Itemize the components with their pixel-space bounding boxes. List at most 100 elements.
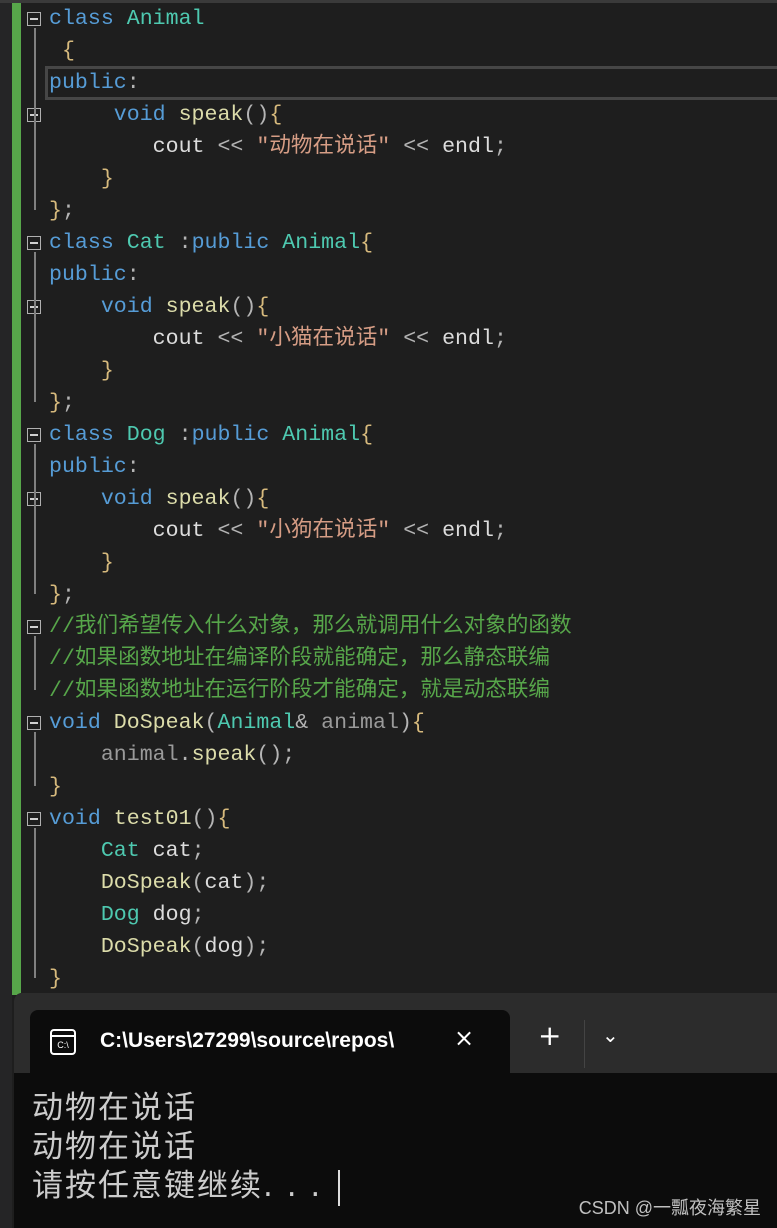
- code-line[interactable]: }: [49, 963, 777, 995]
- terminal-output: 动物在说话 动物在说话 请按任意键继续. . .: [32, 1089, 341, 1206]
- code-line[interactable]: Dog dog;: [49, 899, 777, 931]
- code-token: Dog: [49, 903, 153, 927]
- code-line[interactable]: //如果函数地址在运行阶段才能确定，就是动态联编: [49, 675, 777, 707]
- code-token: :: [126, 263, 140, 287]
- code-line[interactable]: };: [49, 579, 777, 611]
- code-token: {: [269, 103, 283, 127]
- code-token: Cat: [126, 231, 166, 255]
- code-token: void: [100, 295, 166, 319]
- code-token: ;: [493, 519, 507, 543]
- code-token: ;: [191, 903, 205, 927]
- code-token: }: [49, 167, 114, 191]
- terminal-tab-bar: C:\ C:\Users\27299\source\repos\ × + ⌄: [14, 993, 777, 1073]
- code-token: ();: [256, 743, 296, 767]
- code-token: }: [49, 775, 62, 799]
- code-line[interactable]: cout << "小猫在说话" << endl;: [49, 323, 777, 355]
- watermark: CSDN @一瓢夜海繁星: [578, 1198, 761, 1218]
- code-token: ): [398, 711, 412, 735]
- terminal-window: C:\ C:\Users\27299\source\repos\ × + ⌄ 动…: [14, 993, 777, 1228]
- collapse-icon[interactable]: [27, 236, 41, 250]
- code-token: ;: [61, 199, 75, 223]
- code-line[interactable]: DoSpeak(cat);: [49, 867, 777, 899]
- code-token: public: [191, 423, 283, 447]
- code-line[interactable]: class Dog :public Animal{: [49, 419, 777, 451]
- code-token: {: [217, 807, 231, 831]
- code-token: dog: [152, 903, 192, 927]
- code-token: Animal: [282, 231, 361, 255]
- code-token: ;: [493, 135, 507, 159]
- collapse-icon[interactable]: [27, 428, 41, 442]
- code-token: (): [243, 103, 270, 127]
- code-token: "小猫在说话": [256, 327, 391, 351]
- code-token: {: [360, 423, 374, 447]
- code-line[interactable]: };: [49, 195, 777, 227]
- cmd-icon: C:\: [50, 1029, 76, 1055]
- code-line[interactable]: Cat cat;: [49, 835, 777, 867]
- close-icon[interactable]: ×: [454, 1024, 474, 1052]
- code-token: cout: [49, 135, 218, 159]
- code-editor[interactable]: class Animal {public: void speak(){ cout…: [45, 3, 777, 995]
- code-token: public: [49, 455, 127, 479]
- code-line[interactable]: public:: [45, 66, 777, 100]
- code-token: <<: [217, 327, 257, 351]
- code-token: ;: [191, 839, 205, 863]
- code-line[interactable]: DoSpeak(dog);: [49, 931, 777, 963]
- code-token: test01: [113, 807, 192, 831]
- code-token: <<: [390, 519, 443, 543]
- collapse-icon[interactable]: [27, 12, 41, 26]
- terminal-tab[interactable]: C:\ C:\Users\27299\source\repos\ ×: [30, 1010, 510, 1073]
- code-token: //我们希望传入什么对象，那么就调用什么对象的函数: [49, 615, 572, 639]
- new-tab-button[interactable]: +: [538, 1022, 561, 1050]
- tab-separator: [584, 1020, 585, 1068]
- code-line[interactable]: public:: [49, 259, 777, 291]
- code-line[interactable]: }: [49, 771, 777, 803]
- code-line[interactable]: void test01(){: [49, 803, 777, 835]
- code-token: "小狗在说话": [256, 519, 391, 543]
- code-token: {: [256, 295, 270, 319]
- code-token: ;: [493, 327, 507, 351]
- code-line[interactable]: void speak(){: [49, 291, 777, 323]
- code-line[interactable]: //我们希望传入什么对象，那么就调用什么对象的函数: [49, 611, 777, 643]
- code-line[interactable]: };: [49, 387, 777, 419]
- fold-guide-line: [34, 828, 36, 978]
- code-token: (): [191, 807, 218, 831]
- code-line[interactable]: cout << "动物在说话" << endl;: [49, 131, 777, 163]
- code-line[interactable]: class Animal: [49, 3, 777, 35]
- collapse-icon[interactable]: [27, 812, 41, 826]
- fold-guide-line: [34, 636, 36, 690]
- code-token: public: [49, 263, 127, 287]
- code-token: }: [49, 551, 114, 575]
- code-token: );: [243, 871, 270, 895]
- code-token: :: [126, 71, 140, 95]
- change-tracking-bar: [12, 0, 21, 995]
- code-line[interactable]: //如果函数地址在编译阶段就能确定，那么静态联编: [49, 643, 777, 675]
- code-line[interactable]: void speak(){: [49, 483, 777, 515]
- output-line: 动物在说话: [32, 1129, 197, 1165]
- code-line[interactable]: cout << "小狗在说话" << endl;: [49, 515, 777, 547]
- code-token: (: [204, 711, 218, 735]
- code-line[interactable]: }: [49, 163, 777, 195]
- chevron-down-icon[interactable]: ⌄: [602, 1023, 619, 1047]
- code-line[interactable]: class Cat :public Animal{: [49, 227, 777, 259]
- code-token: class: [49, 423, 127, 447]
- code-token: <<: [390, 135, 443, 159]
- code-token: ;: [61, 391, 75, 415]
- code-line[interactable]: public:: [49, 451, 777, 483]
- code-token: void: [100, 487, 166, 511]
- code-token: void: [49, 807, 114, 831]
- fold-guide-line: [34, 316, 36, 370]
- code-line[interactable]: void DoSpeak(Animal& animal){: [49, 707, 777, 739]
- code-line[interactable]: }: [49, 355, 777, 387]
- collapse-icon[interactable]: [27, 716, 41, 730]
- collapse-icon[interactable]: [27, 620, 41, 634]
- code-line[interactable]: }: [49, 547, 777, 579]
- left-gutter: [0, 0, 12, 1228]
- text-cursor: [338, 1169, 341, 1206]
- code-line[interactable]: animal.speak();: [49, 739, 777, 771]
- code-line[interactable]: {: [49, 35, 777, 67]
- code-token: public: [191, 231, 283, 255]
- code-token: cat: [204, 871, 244, 895]
- code-line[interactable]: void speak(){: [49, 99, 777, 131]
- code-token: DoSpeak: [49, 871, 192, 895]
